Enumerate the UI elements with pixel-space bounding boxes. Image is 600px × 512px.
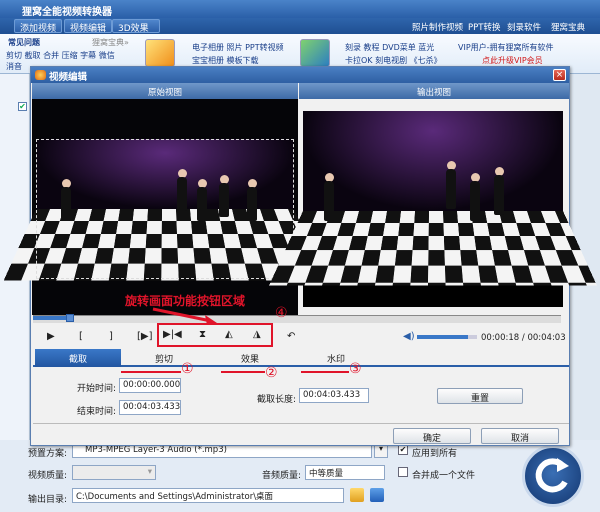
close-icon[interactable]: × [553, 69, 566, 81]
output-dir-value: C:\Documents and Settings\Administrator\… [76, 492, 274, 502]
volume-level [417, 335, 468, 339]
step-frame-icon[interactable]: [▶] [137, 331, 153, 342]
output-settings: 预置方案: MP3-MPEG Layer-3 Audio (*.mp3) ▾ ✔… [0, 440, 600, 512]
tab-effect[interactable]: 效果 [207, 349, 293, 367]
annotation-arrow-icon [152, 307, 217, 325]
output-view-header: 输出视图 [299, 83, 569, 99]
open-folder-icon[interactable] [370, 488, 384, 502]
length-field[interactable]: 00:04:03.433 [299, 388, 369, 403]
video-quality-label: 视频质量: [28, 471, 68, 481]
cancel-button[interactable]: 取消 [481, 428, 559, 444]
preset-value: MP3-MPEG Layer-3 Audio (*.mp3) [85, 445, 227, 455]
volume-icon[interactable]: ◀) [403, 331, 415, 342]
circled-number-3: ③ [349, 361, 362, 377]
preset-label: 预置方案: [28, 449, 68, 459]
add-video-button[interactable]: 添加视频 [14, 19, 63, 34]
banner-col2-line1[interactable]: 刻录 教程 DVD菜单 蓝光 [345, 42, 434, 53]
time-display: 00:00:18 / 00:04:03 [481, 333, 566, 343]
file-checkbox[interactable]: ✔ [18, 102, 27, 111]
convert-arrow-icon [535, 458, 569, 493]
seek-progress [33, 316, 70, 320]
play-icon[interactable]: ▶ [47, 331, 55, 342]
merge-label: 合并成一个文件 [412, 471, 476, 481]
tab-trim[interactable]: 截取 [35, 349, 121, 367]
output-preview [269, 99, 597, 315]
faq-link[interactable]: 常见问题 [8, 37, 40, 48]
app-title: 狸窝全能视频转换器 [0, 0, 600, 18]
rotate-buttons-group: ▶|◀ ⧗ ◭ ◮ [157, 323, 273, 347]
end-time-field[interactable]: 00:04:03.433 [119, 400, 181, 415]
banner-col1-line1[interactable]: 电子相册 照片 PPT转视频 [192, 42, 284, 53]
chevron-down-icon: ▾ [147, 467, 152, 477]
edit-video-button[interactable]: 视频编辑 [64, 19, 113, 34]
tab-cut[interactable]: 剪切 [121, 349, 207, 367]
audio-quality-value: 中等质量 [309, 469, 344, 479]
banner-col1-line2[interactable]: 宝宝相册 模板下载 [192, 55, 259, 66]
rotate-right-icon[interactable]: ◮ [253, 329, 261, 340]
dialog-icon [35, 70, 46, 80]
dancer-figure [446, 169, 456, 209]
original-view-header: 原始视图 [32, 83, 298, 99]
start-time-label: 开始时间: [77, 384, 117, 394]
link-burn[interactable]: 刻录软件 [507, 21, 541, 33]
treasure-link[interactable]: 狸窝宝典» [92, 37, 129, 48]
banner-left-line1[interactable]: 剪切 截取 合并 压缩 字幕 微信 [6, 50, 115, 61]
disc-thumbnail[interactable] [300, 39, 330, 67]
start-time-field[interactable]: 00:00:00.000 [119, 378, 181, 393]
undo-icon[interactable]: ↶ [287, 331, 295, 342]
length-label: 截取长度: [257, 395, 297, 405]
apply-all-checkbox[interactable]: ✔ [398, 445, 408, 455]
vip-text[interactable]: VIP用户-拥有狸窝所有软件 [458, 42, 554, 53]
original-preview [3, 99, 327, 315]
output-dir-label: 输出目录: [28, 495, 68, 505]
link-treasure[interactable]: 狸窝宝典 [551, 21, 585, 33]
convert-button[interactable] [522, 445, 584, 507]
mark-in-icon[interactable]: [ [79, 331, 83, 342]
dancer-figure [177, 177, 187, 211]
audio-quality-select[interactable]: 中等质量 [305, 465, 385, 480]
dialog-title: 视频编辑 [31, 67, 569, 83]
seek-handle[interactable] [65, 314, 74, 322]
merge-checkbox[interactable] [398, 467, 408, 477]
audio-quality-label: 音频质量: [262, 471, 302, 481]
banner-left-line2[interactable]: 消音 [6, 61, 22, 72]
link-photo-video[interactable]: 照片制作视频 [412, 21, 463, 33]
output-dir-field[interactable]: C:\Documents and Settings\Administrator\… [72, 488, 344, 503]
flip-vertical-icon[interactable]: ⧗ [199, 329, 206, 340]
3d-effect-button[interactable]: 3D效果 [112, 19, 160, 34]
rotate-left-icon[interactable]: ◭ [225, 329, 233, 340]
circled-number-4: ④ [275, 305, 288, 321]
flip-horizontal-icon[interactable]: ▶|◀ [163, 329, 182, 340]
reset-button[interactable]: 重置 [437, 388, 523, 404]
vip-upgrade-link[interactable]: 点此升级VIP会员 [482, 55, 543, 66]
video-quality-select[interactable]: ▾ [72, 465, 156, 480]
main-toolbar: 添加视频 视频编辑 3D效果 照片制作视频 PPT转换 刻录软件 狸窝宝典 [0, 18, 600, 34]
folder-icon[interactable] [350, 488, 364, 502]
link-ppt[interactable]: PPT转换 [468, 21, 500, 33]
circled-number-1: ① [181, 361, 194, 377]
tab-watermark[interactable]: 水印 [293, 349, 379, 367]
apply-all-label: 应用到所有 [412, 449, 458, 459]
banner-col2-line2[interactable]: 卡拉OK 刻电视剧 《七杀》 [345, 55, 442, 66]
ppt-thumbnail[interactable] [145, 39, 175, 67]
video-edit-dialog: 视频编辑 × 原始视图 输出视图 ▶ [ ] [▶] ▶|◀ ⧗ ◭ ◮ ↶ ◀… [3, 66, 597, 446]
seek-bar[interactable] [33, 314, 561, 323]
circled-number-2: ② [265, 365, 278, 381]
end-time-label: 结束时间: [77, 407, 117, 417]
mark-out-icon[interactable]: ] [109, 331, 113, 342]
volume-slider[interactable] [417, 335, 477, 339]
ok-button[interactable]: 确定 [393, 428, 471, 444]
